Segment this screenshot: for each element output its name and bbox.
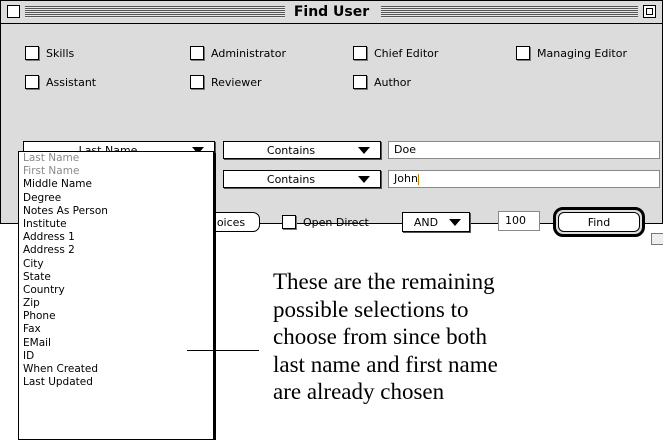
operator-popup-label: Contains	[266, 172, 316, 186]
checkbox-skills[interactable]: Skills	[25, 46, 74, 60]
text-cursor	[417, 173, 419, 185]
menu-item-address-2[interactable]: Address 2	[19, 244, 213, 257]
checkbox-label: Reviewer	[211, 75, 262, 89]
window-title: Find User	[1, 3, 662, 21]
checkbox-box[interactable]	[282, 215, 296, 229]
zoom-box-icon[interactable]	[643, 5, 656, 18]
title-bar[interactable]: Find User	[1, 1, 662, 24]
annotation-line: last name and first name	[273, 351, 498, 377]
annotation-line: These are the remaining	[273, 269, 495, 294]
menu-item-institute[interactable]: Institute	[19, 218, 213, 231]
logic-popup[interactable]: AND	[402, 212, 470, 232]
checkbox-administrator[interactable]: Administrator	[190, 46, 286, 60]
checkbox-chief-editor[interactable]: Chief Editor	[353, 46, 438, 60]
checkbox-label: Administrator	[211, 46, 286, 60]
checkbox-box[interactable]	[25, 46, 39, 60]
checkbox-box[interactable]	[353, 46, 367, 60]
popup-arrow-icon	[358, 146, 370, 154]
menu-item-fax[interactable]: Fax	[19, 323, 213, 336]
checkbox-label: Managing Editor	[537, 46, 627, 60]
limit-field-text: 100	[505, 214, 526, 227]
popup-arrow-icon	[449, 218, 461, 226]
menu-item-middle-name[interactable]: Middle Name	[19, 178, 213, 191]
checkbox-label: Chief Editor	[374, 46, 439, 60]
field-popup-menu: Last Name First Name Middle Name Degree …	[18, 151, 214, 440]
operator-popup-row1[interactable]: Contains	[223, 141, 381, 159]
annotation-line: choose from since both	[273, 324, 487, 349]
find-button-face[interactable]: Find	[558, 212, 640, 232]
checkbox-label: Author	[374, 75, 412, 89]
menu-item-first-name: First Name	[23, 165, 80, 178]
find-button-label: Find	[587, 215, 611, 229]
value-field-text: Doe	[394, 143, 416, 156]
menu-item-degree[interactable]: Degree	[19, 192, 213, 205]
popup-arrow-icon	[358, 175, 370, 183]
menu-item-when-created[interactable]: When Created	[19, 363, 213, 376]
menu-item-email[interactable]: EMail	[19, 337, 213, 350]
checkbox-label: Open Direct	[303, 215, 369, 229]
menu-item-notes-as-person[interactable]: Notes As Person	[19, 205, 213, 218]
checkbox-author[interactable]: Author	[353, 75, 411, 89]
annotation-text: These are the remaining possible selecti…	[273, 268, 663, 406]
checkbox-box[interactable]	[190, 75, 204, 89]
annotation-line: possible selections to	[273, 296, 469, 322]
menu-item-last-name: Last Name	[23, 152, 80, 164]
value-field-row2[interactable]: John	[388, 170, 660, 188]
checkbox-label: Skills	[46, 46, 75, 60]
menu-item-state[interactable]: State	[19, 271, 213, 284]
checkbox-box[interactable]	[190, 46, 204, 60]
logic-popup-label: AND	[413, 215, 439, 229]
annotation-line: are already chosen	[273, 379, 445, 404]
checkbox-open-direct[interactable]: Open Direct	[282, 215, 369, 229]
limit-field[interactable]: 100	[498, 211, 540, 231]
operator-popup-label: Contains	[266, 143, 316, 157]
grow-box-icon[interactable]	[651, 233, 663, 245]
operator-popup-row2[interactable]: Contains	[223, 170, 381, 188]
menu-item-zip[interactable]: Zip	[19, 297, 213, 310]
checkbox-managing-editor[interactable]: Managing Editor	[516, 46, 627, 60]
menu-item-last-updated[interactable]: Last Updated	[19, 376, 213, 389]
menu-item-country[interactable]: Country	[19, 284, 213, 297]
menu-item-id[interactable]: ID	[19, 350, 213, 363]
menu-item-city[interactable]: City	[19, 258, 213, 271]
checkbox-box[interactable]	[516, 46, 530, 60]
checkbox-assistant[interactable]: Assistant	[25, 75, 96, 89]
checkbox-box[interactable]	[25, 75, 39, 89]
checkbox-reviewer[interactable]: Reviewer	[190, 75, 262, 89]
value-field-row1[interactable]: Doe	[388, 141, 660, 159]
value-field-text: John	[394, 172, 418, 185]
checkbox-box[interactable]	[353, 75, 367, 89]
menu-item-address-1[interactable]: Address 1	[19, 231, 213, 244]
annotation-leader-line	[187, 350, 259, 351]
find-button[interactable]: Find	[553, 207, 645, 237]
menu-item-phone[interactable]: Phone	[19, 310, 213, 323]
checkbox-label: Assistant	[46, 75, 97, 89]
